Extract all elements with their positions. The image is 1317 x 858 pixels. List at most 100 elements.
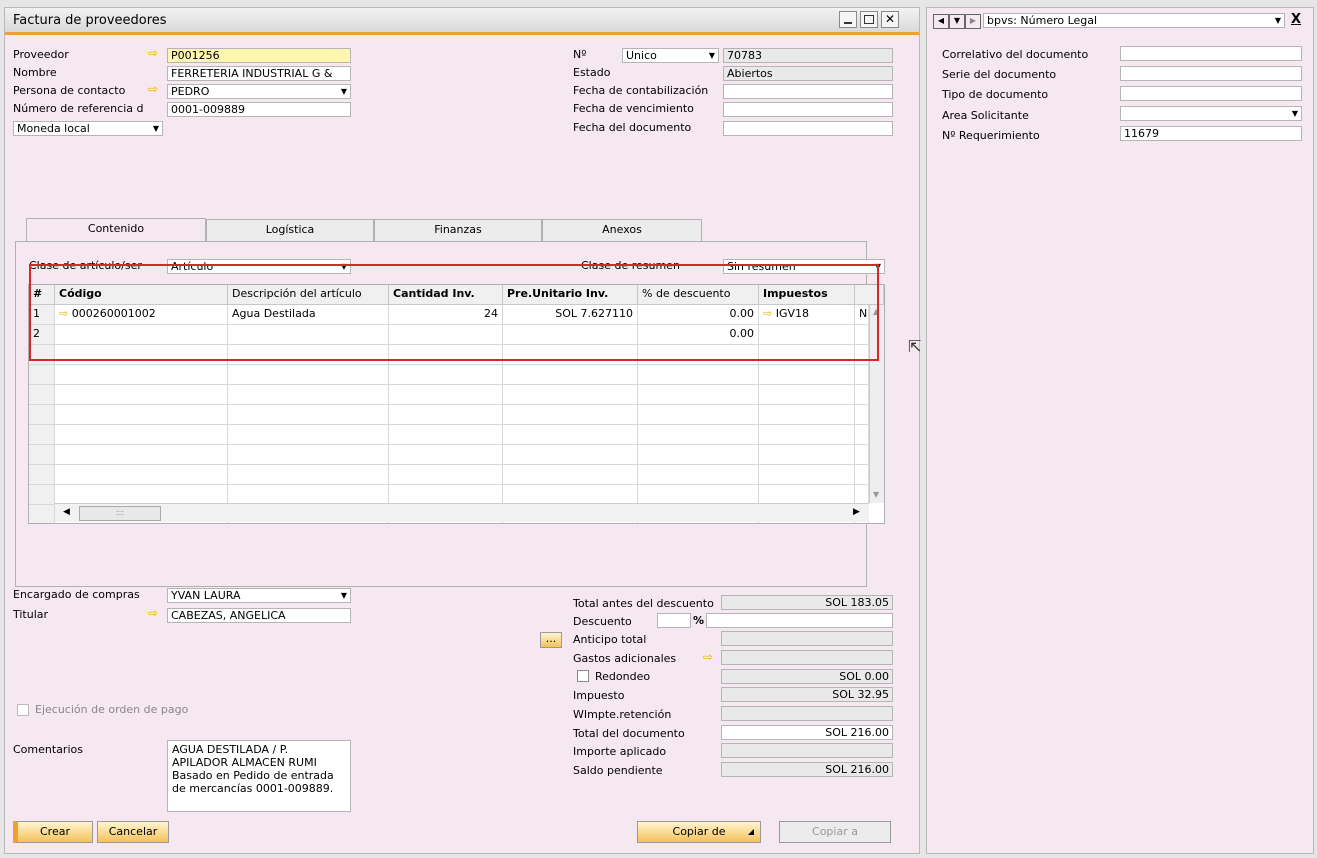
- scroll-down-icon[interactable]: ▼: [873, 490, 879, 499]
- table-cell[interactable]: [855, 365, 869, 385]
- crear-button[interactable]: Crear: [13, 821, 93, 843]
- maximize-button[interactable]: [860, 11, 878, 28]
- doc-number-field[interactable]: 70783: [723, 48, 893, 63]
- tab-contenido[interactable]: Contenido: [26, 218, 206, 242]
- table-cell[interactable]: [638, 405, 759, 425]
- table-cell[interactable]: [389, 445, 503, 465]
- close-button[interactable]: ✕: [881, 11, 899, 28]
- table-cell[interactable]: [55, 425, 228, 445]
- table-cell[interactable]: [389, 465, 503, 485]
- cancelar-button[interactable]: Cancelar: [97, 821, 169, 843]
- scroll-thumb[interactable]: :::: [79, 506, 161, 521]
- comentarios-textarea[interactable]: AGUA DESTILADA / P. APILADOR ALMACEN RUM…: [167, 740, 351, 812]
- tipo-doc-field[interactable]: [1120, 86, 1302, 101]
- tab-finanzas[interactable]: Finanzas: [374, 219, 542, 241]
- link-arrow-icon[interactable]: ⇨: [148, 606, 158, 620]
- row-number[interactable]: [29, 465, 55, 485]
- row-number[interactable]: [29, 505, 55, 523]
- table-cell[interactable]: [228, 485, 389, 505]
- area-select[interactable]: ▼: [1120, 106, 1302, 121]
- link-arrow-icon[interactable]: ⇨: [148, 46, 158, 60]
- minimize-button[interactable]: [839, 11, 857, 28]
- fecha-doc-field[interactable]: [723, 121, 893, 136]
- table-cell[interactable]: [228, 445, 389, 465]
- wimpte-field[interactable]: [721, 706, 893, 721]
- table-cell[interactable]: [638, 365, 759, 385]
- anticipo-field[interactable]: [721, 631, 893, 646]
- table-cell[interactable]: [228, 425, 389, 445]
- ejecucion-checkbox[interactable]: [17, 704, 29, 716]
- table-cell[interactable]: [55, 445, 228, 465]
- table-cell[interactable]: [389, 425, 503, 445]
- row-number[interactable]: [29, 445, 55, 465]
- table-cell[interactable]: [228, 465, 389, 485]
- referencia-field[interactable]: 0001-009889: [167, 102, 351, 117]
- row-number[interactable]: [29, 425, 55, 445]
- anticipo-dots-button[interactable]: ...: [540, 632, 562, 648]
- table-cell[interactable]: [503, 465, 638, 485]
- table-cell[interactable]: [855, 405, 869, 425]
- tab-anexos[interactable]: Anexos: [542, 219, 702, 241]
- tab-logistica[interactable]: Logística: [206, 219, 374, 241]
- redondeo-field[interactable]: SOL 0.00: [721, 669, 893, 684]
- descuento-pct-field[interactable]: [657, 613, 691, 628]
- copiar-de-button[interactable]: Copiar de ◢: [637, 821, 761, 843]
- table-cell[interactable]: [638, 465, 759, 485]
- nav-down-icon[interactable]: ▼: [949, 14, 965, 29]
- proveedor-field[interactable]: P001256: [167, 48, 351, 63]
- fecha-contab-field[interactable]: [723, 84, 893, 99]
- table-cell[interactable]: [855, 445, 869, 465]
- contacto-select[interactable]: PEDRO ▼: [167, 84, 351, 99]
- importe-field[interactable]: [721, 743, 893, 758]
- table-cell[interactable]: [503, 405, 638, 425]
- requerimiento-field[interactable]: 11679: [1120, 126, 1302, 141]
- table-cell[interactable]: [759, 465, 855, 485]
- correlativo-field[interactable]: [1120, 46, 1302, 61]
- impuesto-field[interactable]: SOL 32.95: [721, 687, 893, 702]
- table-cell[interactable]: [228, 385, 389, 405]
- table-cell[interactable]: [638, 425, 759, 445]
- table-cell[interactable]: [228, 405, 389, 425]
- table-cell[interactable]: [638, 385, 759, 405]
- link-arrow-icon[interactable]: ⇨: [148, 82, 158, 96]
- table-cell[interactable]: [389, 485, 503, 505]
- table-cell[interactable]: [638, 485, 759, 505]
- table-cell[interactable]: [638, 445, 759, 465]
- table-cell[interactable]: [389, 405, 503, 425]
- serie-field[interactable]: [1120, 66, 1302, 81]
- horizontal-scrollbar[interactable]: ◀ ::: ▶: [55, 503, 869, 522]
- table-cell[interactable]: [503, 365, 638, 385]
- estado-field[interactable]: Abiertos: [723, 66, 893, 81]
- table-cell[interactable]: [759, 405, 855, 425]
- row-number[interactable]: [29, 385, 55, 405]
- table-cell[interactable]: [503, 445, 638, 465]
- table-cell[interactable]: [55, 405, 228, 425]
- fecha-venc-field[interactable]: [723, 102, 893, 117]
- udf-selector[interactable]: bpvs: Número Legal ▼: [983, 13, 1285, 28]
- nombre-field[interactable]: FERRETERIA INDUSTRIAL G &: [167, 66, 351, 81]
- table-cell[interactable]: [503, 385, 638, 405]
- moneda-select[interactable]: Moneda local ▼: [13, 121, 163, 136]
- row-number[interactable]: [29, 405, 55, 425]
- table-cell[interactable]: [389, 365, 503, 385]
- row-number[interactable]: [29, 485, 55, 505]
- close-icon[interactable]: X: [1291, 12, 1301, 27]
- scroll-left-icon[interactable]: ◀: [63, 507, 70, 517]
- table-cell[interactable]: [503, 425, 638, 445]
- table-cell[interactable]: [855, 425, 869, 445]
- copiar-a-button[interactable]: Copiar a: [779, 821, 891, 843]
- table-cell[interactable]: [503, 485, 638, 505]
- table-cell[interactable]: [759, 365, 855, 385]
- series-select[interactable]: Unico ▼: [622, 48, 719, 63]
- nav-next-icon[interactable]: ▶: [965, 14, 981, 29]
- redondeo-checkbox[interactable]: [577, 670, 589, 682]
- table-cell[interactable]: [55, 465, 228, 485]
- row-number[interactable]: [29, 365, 55, 385]
- total-doc-field[interactable]: SOL 216.00: [721, 725, 893, 740]
- table-cell[interactable]: [855, 465, 869, 485]
- nav-prev-icon[interactable]: ◀: [933, 14, 949, 29]
- titular-field[interactable]: CABEZAS, ANGELICA: [167, 608, 351, 623]
- table-cell[interactable]: [759, 485, 855, 505]
- table-cell[interactable]: [389, 385, 503, 405]
- link-arrow-icon[interactable]: ⇨: [703, 650, 713, 664]
